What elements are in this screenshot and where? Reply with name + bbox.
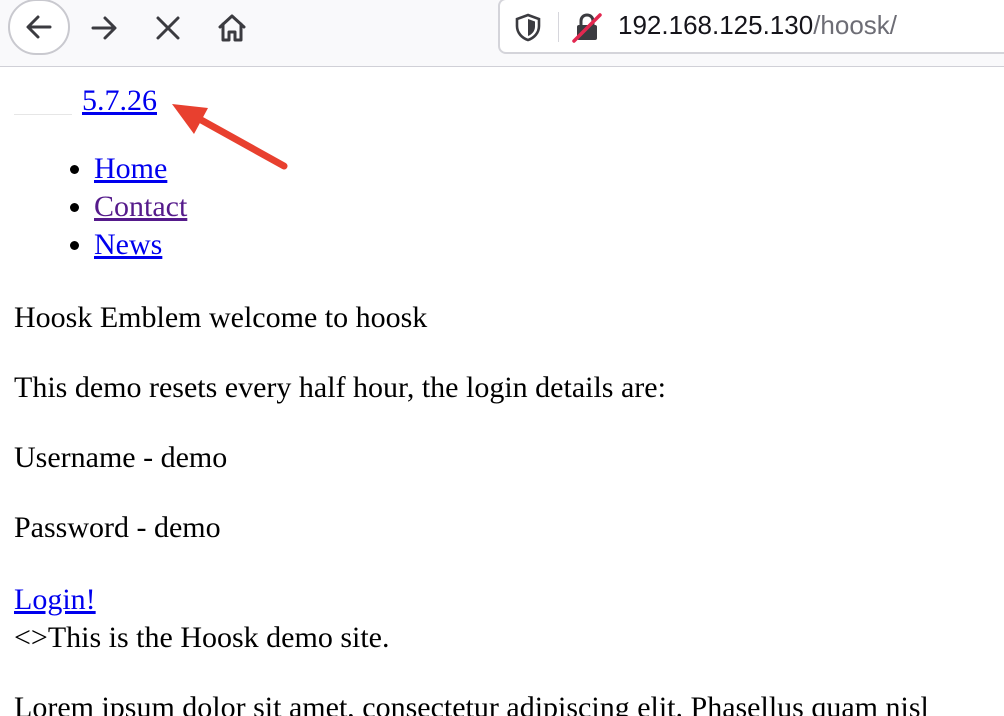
close-icon: [156, 16, 180, 40]
shield-icon[interactable]: [514, 12, 542, 47]
nav-link-home[interactable]: Home: [94, 152, 167, 185]
page-content: 5.7.26 Home Contact News Hoosk Emblem we…: [0, 66, 1004, 716]
nav-link-contact[interactable]: Contact: [94, 190, 187, 223]
nav-link-news[interactable]: News: [94, 228, 162, 261]
demo-note-text: This demo resets every half hour, the lo…: [14, 371, 666, 404]
home-icon: [218, 14, 246, 42]
arrow-right-icon: [91, 16, 117, 40]
url-host: 192.168.125.130: [618, 10, 814, 40]
intro-text: Hoosk Emblem welcome to hoosk: [14, 301, 428, 334]
insecure-lock-icon[interactable]: [570, 12, 604, 49]
nav-item-contact: Contact: [94, 188, 187, 226]
password-text: Password - demo: [14, 511, 221, 544]
back-button[interactable]: [8, 0, 70, 55]
arrow-left-icon: [26, 15, 52, 39]
url-divider: [558, 12, 559, 42]
url-text[interactable]: 192.168.125.130/hoosk/: [618, 10, 897, 41]
nav-item-home: Home: [94, 150, 187, 188]
address-bar[interactable]: 192.168.125.130/hoosk/: [498, 0, 1004, 54]
broken-logo-image[interactable]: [14, 114, 72, 115]
version-link[interactable]: 5.7.26: [82, 84, 157, 118]
username-text: Username - demo: [14, 441, 228, 474]
login-link[interactable]: Login!: [14, 582, 96, 618]
stop-button[interactable]: [140, 0, 196, 56]
nav-item-news: News: [94, 226, 187, 264]
browser-toolbar: 192.168.125.130/hoosk/: [0, 0, 1004, 67]
demo-site-text: <>This is the Hoosk demo site.: [14, 621, 390, 654]
main-nav: Home Contact News: [54, 150, 187, 264]
forward-button[interactable]: [76, 0, 132, 56]
url-path: /hoosk/: [813, 10, 898, 40]
home-button[interactable]: [204, 0, 260, 56]
lorem-text: Lorem ipsum dolor sit amet, consectetur …: [14, 691, 929, 716]
